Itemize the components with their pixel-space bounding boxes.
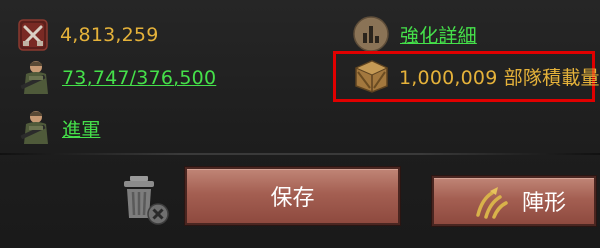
- troop-capacity-value: 1,000,009 部隊積載量: [399, 66, 600, 89]
- soldier-icon: [16, 58, 52, 98]
- march-row: 進軍: [16, 108, 100, 148]
- formation-claw-icon: [472, 181, 512, 221]
- delete-button[interactable]: [118, 170, 174, 228]
- soldier-icon: [16, 108, 52, 148]
- troops-link[interactable]: 73,747/376,500: [62, 67, 216, 89]
- formation-button-label: 陣形: [522, 191, 567, 216]
- power-value: 4,813,259: [60, 24, 159, 46]
- troops-row: 73,747/376,500: [16, 58, 216, 98]
- section-divider: [0, 153, 600, 155]
- capacity-row: 1,000,009 部隊積載量: [352, 58, 600, 94]
- supply-crate-icon: [352, 58, 390, 94]
- power-row: 4,813,259: [14, 15, 159, 55]
- enhancement-details-link[interactable]: 強化詳細: [400, 21, 477, 48]
- save-button-label: 保存: [270, 186, 315, 211]
- trash-delete-icon: [118, 170, 174, 228]
- details-row: 強化詳細: [352, 15, 477, 53]
- formation-panel: 4,813,259 73,747/376,500 進軍 強化詳細 1,000,0…: [0, 0, 600, 248]
- save-button[interactable]: 保存: [185, 167, 400, 225]
- formation-button[interactable]: 陣形: [432, 176, 596, 226]
- crossed-guns-icon: [14, 15, 52, 55]
- march-link[interactable]: 進軍: [62, 115, 100, 142]
- bar-chart-icon[interactable]: [352, 15, 390, 53]
